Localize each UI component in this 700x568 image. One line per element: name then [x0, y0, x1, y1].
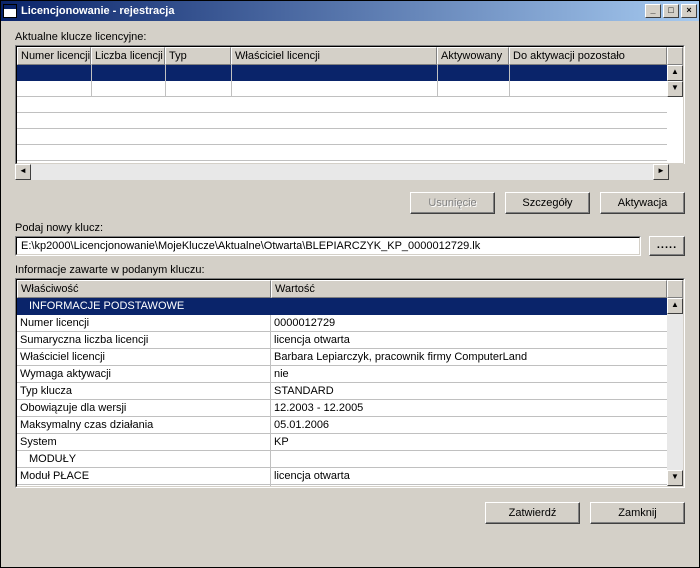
property-cell: Obowiązuje dla wersji [17, 400, 271, 417]
value-cell: licencja otwarta [271, 468, 667, 485]
key-path-input[interactable]: E:\kp2000\Licencjonowanie\MojeKlucze\Akt… [15, 236, 641, 256]
value-cell [271, 298, 667, 315]
details-table: Właściwość Wartość INFORMACJE PODSTAWOWE… [15, 278, 685, 488]
app-icon [3, 4, 17, 18]
table-row[interactable]: Obowiązuje dla wersji12.2003 - 12.2005 [17, 400, 667, 417]
scroll-right-icon[interactable]: ► [653, 164, 669, 180]
details-vscroll[interactable]: ▲ ▼ [667, 280, 683, 486]
col-wlasciciel[interactable]: Właściciel licencji [231, 47, 437, 65]
value-cell: 0000012729 [271, 315, 667, 332]
table-row[interactable]: Właściciel licencjiBarbara Lepiarczyk, p… [17, 349, 667, 366]
activate-button[interactable]: Aktywacja [600, 192, 685, 214]
property-cell: Typ klucza [17, 383, 271, 400]
value-cell: STANDARD [271, 383, 667, 400]
property-cell: Numer licencji [17, 315, 271, 332]
col-property[interactable]: Właściwość [17, 280, 271, 298]
value-cell: nie [271, 366, 667, 383]
table-row[interactable]: Sumaryczna liczba licencjilicencja otwar… [17, 332, 667, 349]
property-cell: Maksymalny czas działania [17, 417, 271, 434]
maximize-button[interactable]: □ [663, 4, 679, 18]
table-row[interactable]: INFORMACJE PODSTAWOWE [17, 298, 667, 315]
current-keys-label: Aktualne klucze licencyjne: [15, 31, 685, 43]
close-dialog-button[interactable]: Zamknij [590, 502, 685, 524]
license-buttons: Usunięcie Szczegóły Aktywacja [15, 192, 685, 214]
window: Licencjonowanie - rejestracja _ □ × Aktu… [0, 0, 700, 568]
selected-row[interactable] [17, 65, 667, 81]
col-aktywowany[interactable]: Aktywowany [437, 47, 509, 65]
col-value[interactable]: Wartość [271, 280, 667, 298]
table-row[interactable]: Moduł PŁACElicencja otwarta [17, 468, 667, 485]
license-table-body[interactable] [17, 65, 667, 97]
table-row[interactable]: Numer licencji0000012729 [17, 315, 667, 332]
scroll-down-icon[interactable]: ▼ [667, 470, 683, 486]
col-liczba[interactable]: Liczba licencji [91, 47, 165, 65]
window-controls: _ □ × [645, 4, 697, 18]
details-button[interactable]: Szczegóły [505, 192, 590, 214]
value-cell: licencja otwarta [271, 485, 667, 486]
table-row[interactable]: Maksymalny czas działania05.01.2006 [17, 417, 667, 434]
property-cell: MODUŁY [17, 451, 271, 468]
confirm-button[interactable]: Zatwierdź [485, 502, 580, 524]
col-numer[interactable]: Numer licencji [17, 47, 91, 65]
table-row[interactable]: Typ kluczaSTANDARD [17, 383, 667, 400]
value-cell: Barbara Lepiarczyk, pracownik firmy Comp… [271, 349, 667, 366]
minimize-button[interactable]: _ [645, 4, 661, 18]
value-cell: KP [271, 434, 667, 451]
dialog-buttons: Zatwierdź Zamknij [15, 502, 685, 524]
table-row[interactable]: Wymaga aktywacjinie [17, 366, 667, 383]
property-cell: Właściciel licencji [17, 349, 271, 366]
scroll-up-icon[interactable]: ▲ [667, 298, 683, 314]
table-row[interactable]: SystemKP [17, 434, 667, 451]
titlebar[interactable]: Licencjonowanie - rejestracja _ □ × [1, 1, 699, 21]
details-table-body[interactable]: INFORMACJE PODSTAWOWENumer licencji00000… [17, 298, 667, 486]
value-cell: licencja otwarta [271, 332, 667, 349]
window-title: Licencjonowanie - rejestracja [21, 5, 645, 17]
scroll-up-icon[interactable]: ▲ [667, 65, 683, 81]
new-key-label: Podaj nowy klucz: [15, 222, 685, 234]
scroll-left-icon[interactable]: ◄ [15, 164, 31, 180]
table-row[interactable]: MODUŁY [17, 451, 667, 468]
content: Aktualne klucze licencyjne: Numer licenc… [1, 21, 699, 567]
details-table-header: Właściwość Wartość [17, 280, 667, 298]
property-cell: INFORMACJE PODSTAWOWE [17, 298, 271, 315]
scroll-down-icon[interactable]: ▼ [667, 81, 683, 97]
license-table: Numer licencji Liczba licencji Typ Właśc… [15, 45, 685, 165]
property-cell: System [17, 434, 271, 451]
license-hscroll[interactable]: ◄ ► [15, 164, 685, 180]
delete-button[interactable]: Usunięcie [410, 192, 495, 214]
value-cell [271, 451, 667, 468]
value-cell: 05.01.2006 [271, 417, 667, 434]
close-button[interactable]: × [681, 4, 697, 18]
license-vscroll[interactable]: ▲ ▼ [667, 47, 683, 97]
property-cell: Moduł PŁACE [17, 468, 271, 485]
property-cell: Sumaryczna liczba licencji [17, 332, 271, 349]
col-typ[interactable]: Typ [165, 47, 231, 65]
key-info-label: Informacje zawarte w podanym kluczu: [15, 264, 685, 276]
browse-button[interactable]: ..... [649, 236, 685, 256]
property-cell: Moduł KADRY [17, 485, 271, 486]
license-table-header: Numer licencji Liczba licencji Typ Właśc… [17, 47, 667, 65]
value-cell: 12.2003 - 12.2005 [271, 400, 667, 417]
property-cell: Wymaga aktywacji [17, 366, 271, 383]
col-pozostalo[interactable]: Do aktywacji pozostało [509, 47, 667, 65]
table-row[interactable]: Moduł KADRYlicencja otwarta [17, 485, 667, 486]
